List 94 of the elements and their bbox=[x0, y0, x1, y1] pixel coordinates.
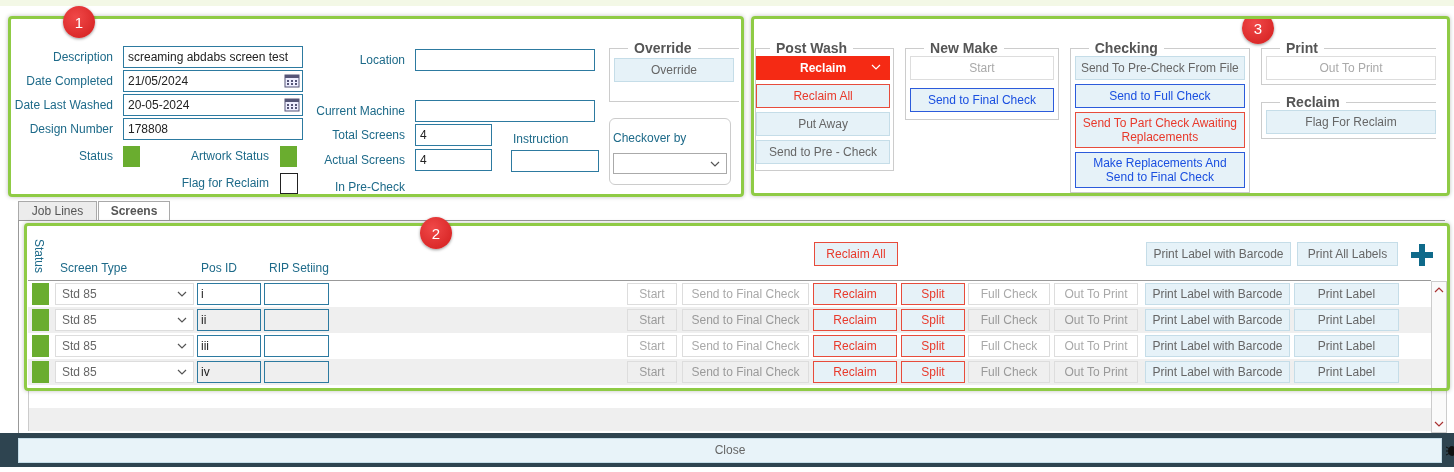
pos-id-field[interactable]: i bbox=[197, 283, 261, 305]
field-label: Date Last Washed bbox=[13, 98, 113, 112]
group-title: Post Wash bbox=[775, 40, 849, 56]
action-button[interactable]: Send To Pre-Check From File bbox=[1074, 56, 1245, 80]
screen-type-dropdown[interactable]: Std 85 bbox=[55, 361, 194, 383]
row-button[interactable]: Print Label with Barcode bbox=[1145, 361, 1290, 383]
chevron-icon bbox=[871, 64, 882, 70]
action-button[interactable]: Put Away bbox=[756, 112, 891, 136]
field-label: Current Machine bbox=[315, 104, 406, 118]
callout-badge: 1 bbox=[63, 6, 95, 38]
rip-setting-field[interactable] bbox=[264, 283, 329, 305]
tab[interactable]: Screens bbox=[98, 201, 170, 220]
tab[interactable]: Job Lines bbox=[18, 201, 97, 220]
callout-badge: 2 bbox=[420, 217, 452, 249]
row-button[interactable]: Print Label with Barcode bbox=[1145, 283, 1290, 305]
field-label: Total Screens bbox=[331, 128, 406, 142]
row-button[interactable]: Split bbox=[901, 335, 965, 357]
text-field[interactable]: 4 bbox=[415, 124, 492, 146]
group-title: Print bbox=[1285, 40, 1319, 56]
chevron-icon bbox=[177, 343, 187, 349]
screen-type-dropdown[interactable]: Std 85 bbox=[55, 283, 194, 305]
row-button[interactable]: Print Label with Barcode bbox=[1145, 309, 1290, 331]
group-title: New Make bbox=[929, 40, 999, 56]
chevron-icon bbox=[177, 317, 187, 323]
row-button[interactable]: Print Label bbox=[1294, 283, 1399, 305]
pos-id-field[interactable]: iii bbox=[197, 335, 261, 357]
row-button[interactable]: Reclaim bbox=[813, 309, 897, 331]
action-button[interactable]: Make Replacements And Send to Final Check bbox=[1074, 152, 1245, 188]
rip-setting-field[interactable] bbox=[264, 309, 329, 331]
field-label: Checkover by bbox=[613, 131, 687, 145]
field-label: In Pre-Check bbox=[333, 180, 406, 194]
row-button[interactable]: Print Label bbox=[1294, 335, 1399, 357]
action-button[interactable]: Send to Full Check bbox=[1074, 84, 1245, 108]
screen-type-dropdown[interactable]: Std 85 bbox=[55, 309, 194, 331]
text-field[interactable]: 4 bbox=[415, 149, 492, 171]
rip-setting-field[interactable] bbox=[264, 335, 329, 357]
field-label: Actual Screens bbox=[323, 153, 406, 167]
field-label: Instruction bbox=[512, 132, 570, 146]
pos-id-field[interactable]: ii bbox=[197, 309, 261, 331]
row-button[interactable]: Print Label bbox=[1294, 309, 1399, 331]
text-field[interactable] bbox=[511, 150, 599, 172]
field-label: Location bbox=[358, 53, 406, 67]
group-title: Override bbox=[633, 40, 693, 56]
text-field[interactable]: 178808 bbox=[123, 118, 303, 140]
field-label: Artwork Status bbox=[189, 149, 269, 163]
chevron-icon bbox=[177, 369, 187, 375]
row-button[interactable]: Split bbox=[901, 283, 965, 305]
action-button[interactable]: Reclaim bbox=[756, 56, 891, 80]
action-button[interactable]: Flag For Reclaim bbox=[1266, 110, 1436, 134]
column-header: Screen Type bbox=[60, 261, 129, 275]
header-button[interactable]: Reclaim All bbox=[814, 242, 898, 266]
header-button[interactable]: Print Label with Barcode bbox=[1146, 242, 1291, 266]
action-button[interactable]: Reclaim All bbox=[756, 84, 891, 108]
row-button[interactable]: Reclaim bbox=[813, 335, 897, 357]
chevron-icon bbox=[710, 160, 720, 167]
row-button[interactable]: Split bbox=[901, 309, 965, 331]
override-button[interactable]: Override bbox=[614, 58, 734, 82]
date-field[interactable]: 20-05-2024 bbox=[123, 94, 303, 116]
field-label: Status bbox=[77, 149, 113, 163]
text-field[interactable] bbox=[415, 100, 595, 122]
text-field[interactable] bbox=[415, 49, 595, 71]
close-button[interactable]: Close bbox=[18, 437, 1442, 463]
action-button[interactable]: Send To Part Check Awaiting Replacements bbox=[1074, 112, 1245, 148]
add-icon[interactable] bbox=[1411, 244, 1433, 266]
row-button[interactable]: Reclaim bbox=[813, 283, 897, 305]
screen-type-dropdown[interactable]: Std 85 bbox=[55, 335, 194, 357]
column-header: Status bbox=[32, 239, 46, 274]
row-button[interactable]: Print Label bbox=[1294, 361, 1399, 383]
text-field[interactable]: screaming abdabs screen test bbox=[123, 46, 303, 68]
field-label: Flag for Reclaim bbox=[180, 176, 269, 190]
row-button[interactable]: Split bbox=[901, 361, 965, 383]
group-title: Checking bbox=[1093, 40, 1159, 56]
callout-badge: 3 bbox=[1242, 19, 1274, 44]
field-label: Description bbox=[51, 50, 113, 64]
chevron-icon bbox=[177, 291, 187, 297]
action-button[interactable]: Send to Pre - Check bbox=[756, 140, 891, 164]
row-button[interactable]: Reclaim bbox=[813, 361, 897, 383]
column-header: Pos ID bbox=[201, 261, 238, 275]
pos-id-field[interactable]: iv bbox=[197, 361, 261, 383]
field-label: Date Completed bbox=[25, 74, 113, 88]
field-label: Design Number bbox=[28, 122, 113, 136]
rip-setting-field[interactable] bbox=[264, 361, 329, 383]
date-field[interactable]: 21/05/2024 bbox=[123, 70, 303, 92]
row-button[interactable]: Print Label with Barcode bbox=[1145, 335, 1290, 357]
calendar-icon[interactable] bbox=[284, 98, 300, 112]
header-button[interactable]: Print All Labels bbox=[1297, 242, 1398, 266]
column-header: RIP Setiing bbox=[269, 261, 330, 275]
calendar-icon[interactable] bbox=[284, 74, 300, 88]
scroll-down-icon[interactable] bbox=[1434, 421, 1444, 427]
scrollbar[interactable] bbox=[1431, 281, 1447, 433]
checkbox[interactable] bbox=[280, 172, 298, 194]
action-button[interactable]: Send to Final Check bbox=[910, 88, 1054, 112]
group-title: Reclaim bbox=[1285, 94, 1341, 110]
scroll-up-icon[interactable] bbox=[1434, 287, 1444, 293]
